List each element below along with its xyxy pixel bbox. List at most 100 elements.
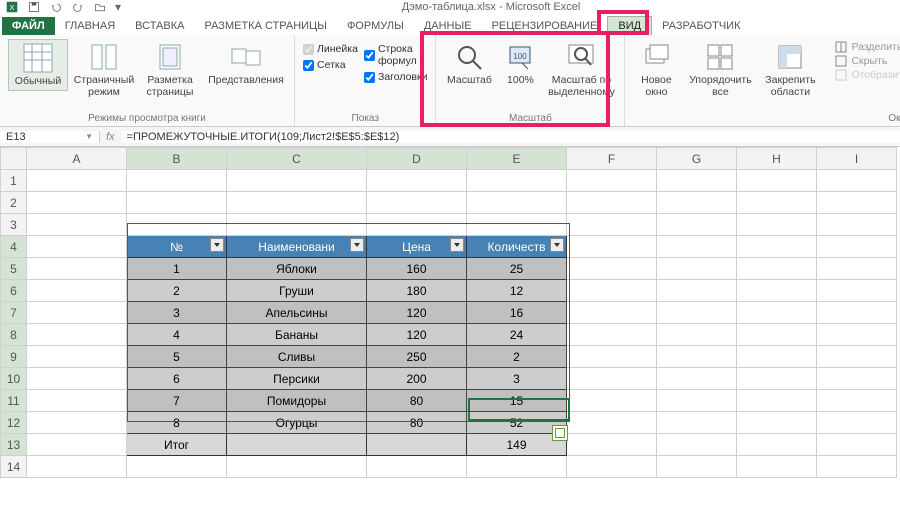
table-cell-price[interactable]: 80	[367, 390, 467, 412]
custom-views-button[interactable]: Представления	[206, 39, 286, 89]
cell[interactable]	[817, 412, 897, 434]
cell[interactable]	[27, 456, 127, 478]
row-header-7[interactable]: 7	[1, 302, 27, 324]
filter-icon[interactable]	[450, 238, 464, 252]
table-cell-name[interactable]: Помидоры	[227, 390, 367, 412]
cell[interactable]	[567, 456, 657, 478]
zoom-100-button[interactable]: 100 100%	[500, 39, 540, 89]
cell[interactable]	[567, 302, 657, 324]
cell[interactable]	[27, 192, 127, 214]
zoom-selection-button[interactable]: Масштаб по выделенному	[546, 39, 616, 100]
table-cell-price[interactable]: 120	[367, 302, 467, 324]
table-cell-name[interactable]: Персики	[227, 368, 367, 390]
col-header-I[interactable]: I	[817, 148, 897, 170]
cell[interactable]	[817, 456, 897, 478]
cell[interactable]	[737, 456, 817, 478]
cell[interactable]	[567, 258, 657, 280]
cell[interactable]	[27, 302, 127, 324]
table-cell-name[interactable]: Груши	[227, 280, 367, 302]
cell[interactable]	[737, 258, 817, 280]
cell[interactable]	[737, 346, 817, 368]
gridlines-checkbox[interactable]: Сетка	[303, 59, 358, 71]
cell[interactable]	[657, 346, 737, 368]
table-cell-name[interactable]: Апельсины	[227, 302, 367, 324]
cell[interactable]	[27, 214, 127, 236]
tab-data[interactable]: ДАННЫЕ	[414, 17, 482, 35]
cell[interactable]	[817, 236, 897, 258]
cell[interactable]	[367, 170, 467, 192]
cell[interactable]	[817, 214, 897, 236]
tab-file[interactable]: ФАЙЛ	[2, 17, 55, 35]
total-empty[interactable]	[227, 434, 367, 456]
table-cell-n[interactable]: 1	[127, 258, 227, 280]
cell[interactable]	[567, 412, 657, 434]
table-cell-n[interactable]: 3	[127, 302, 227, 324]
cell[interactable]	[737, 170, 817, 192]
table-cell-n[interactable]: 4	[127, 324, 227, 346]
undo-icon[interactable]	[48, 0, 64, 14]
tab-home[interactable]: ГЛАВНАЯ	[55, 17, 125, 35]
normal-view-button[interactable]: Обычный	[8, 39, 68, 91]
table-cell-price[interactable]: 250	[367, 346, 467, 368]
table-header-qty[interactable]: Количеств	[467, 236, 567, 258]
cell[interactable]	[27, 324, 127, 346]
col-header-F[interactable]: F	[567, 148, 657, 170]
split-button[interactable]: Разделить	[835, 41, 900, 53]
total-empty[interactable]	[367, 434, 467, 456]
cell[interactable]	[817, 192, 897, 214]
col-header-E[interactable]: E	[467, 148, 567, 170]
cell[interactable]	[657, 434, 737, 456]
cell[interactable]	[657, 368, 737, 390]
table-header-price[interactable]: Цена	[367, 236, 467, 258]
tab-insert[interactable]: ВСТАВКА	[125, 17, 194, 35]
table-cell-qty[interactable]: 3	[467, 368, 567, 390]
cell[interactable]	[817, 434, 897, 456]
cell[interactable]	[27, 434, 127, 456]
hide-button[interactable]: Скрыть	[835, 55, 900, 67]
name-box[interactable]: E13 ▼	[0, 131, 100, 143]
tab-pagelayout[interactable]: РАЗМЕТКА СТРАНИЦЫ	[194, 17, 336, 35]
cell[interactable]	[27, 412, 127, 434]
table-cell-n[interactable]: 5	[127, 346, 227, 368]
col-header-C[interactable]: C	[227, 148, 367, 170]
cell[interactable]	[657, 412, 737, 434]
cell[interactable]	[817, 390, 897, 412]
cell[interactable]	[27, 236, 127, 258]
new-window-button[interactable]: Новое окно	[633, 39, 679, 100]
pagelayout-view-button[interactable]: Разметка страницы	[140, 39, 200, 100]
cell[interactable]	[657, 170, 737, 192]
cell[interactable]	[657, 302, 737, 324]
cell[interactable]	[737, 412, 817, 434]
cell[interactable]	[27, 280, 127, 302]
cell[interactable]	[467, 456, 567, 478]
table-cell-qty[interactable]: 24	[467, 324, 567, 346]
cell[interactable]	[127, 170, 227, 192]
row-header-10[interactable]: 10	[1, 368, 27, 390]
table-cell-qty[interactable]: 2	[467, 346, 567, 368]
tab-review[interactable]: РЕЦЕНЗИРОВАНИЕ	[482, 17, 608, 35]
cell[interactable]	[227, 170, 367, 192]
cell[interactable]	[567, 368, 657, 390]
headings-checkbox[interactable]: Заголовки	[364, 71, 428, 83]
row-header-6[interactable]: 6	[1, 280, 27, 302]
cell[interactable]	[657, 324, 737, 346]
cell[interactable]	[567, 192, 657, 214]
col-header-H[interactable]: H	[737, 148, 817, 170]
cell[interactable]	[27, 346, 127, 368]
formula-input[interactable]: =ПРОМЕЖУТОЧНЫЕ.ИТОГИ(109;Лист2!$E$5:$E$1…	[121, 131, 900, 143]
cell[interactable]	[567, 346, 657, 368]
cell[interactable]	[817, 346, 897, 368]
total-label[interactable]: Итог	[127, 434, 227, 456]
tab-developer[interactable]: РАЗРАБОТЧИК	[652, 17, 750, 35]
cell[interactable]	[567, 280, 657, 302]
filter-icon[interactable]	[350, 238, 364, 252]
col-header-D[interactable]: D	[367, 148, 467, 170]
cell[interactable]	[567, 324, 657, 346]
table-cell-name[interactable]: Огурцы	[227, 412, 367, 434]
cell[interactable]	[227, 214, 367, 236]
table-cell-price[interactable]: 180	[367, 280, 467, 302]
cell[interactable]	[817, 170, 897, 192]
table-cell-price[interactable]: 160	[367, 258, 467, 280]
cell[interactable]	[817, 324, 897, 346]
pagebreak-view-button[interactable]: Страничный режим	[74, 39, 134, 100]
